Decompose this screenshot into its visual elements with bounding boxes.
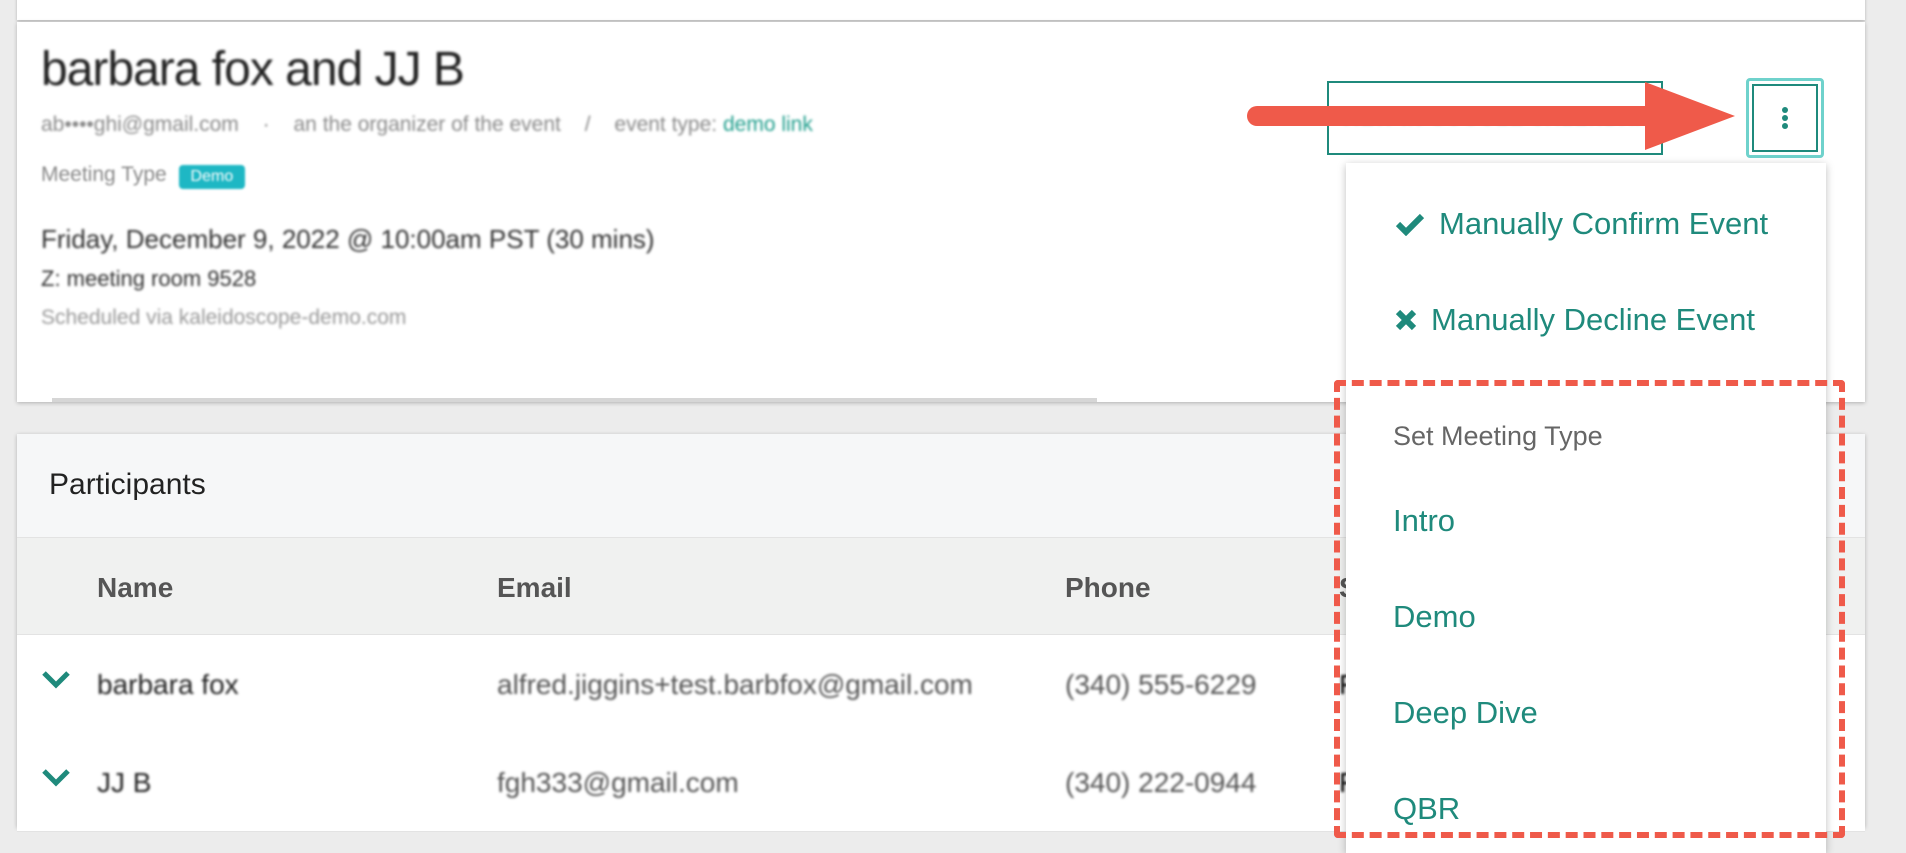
meeting-type-option-deep-dive[interactable]: Deep Dive (1393, 695, 1538, 731)
event-meta: ab••••ghi@gmail.com · an the organizer o… (41, 113, 813, 136)
organizer-email: ab••••ghi@gmail.com (41, 113, 239, 136)
check-icon (1393, 212, 1427, 236)
participant-phone: (340) 555-6229 (1065, 669, 1257, 700)
manually-confirm-event-item[interactable]: Manually Confirm Event (1393, 206, 1873, 242)
meeting-type-option-demo[interactable]: Demo (1393, 599, 1476, 635)
more-actions-button[interactable] (1746, 78, 1824, 158)
top-card-edge (17, 0, 1865, 20)
column-email[interactable]: Email (497, 572, 572, 604)
manually-decline-event-label: Manually Decline Event (1431, 302, 1755, 337)
event-source: Scheduled via kaleidoscope-demo.com (41, 306, 407, 329)
participant-phone: (340) 222-0944 (1065, 767, 1257, 798)
event-type-prefix: event type: (614, 113, 718, 136)
set-meeting-type-heading: Set Meeting Type (1393, 421, 1603, 451)
event-location: Z: meeting room 9528 (41, 266, 257, 291)
participants-title: Participants (49, 468, 206, 501)
meeting-type-option-intro[interactable]: Intro (1393, 503, 1455, 539)
chevron-down-icon[interactable] (41, 669, 71, 689)
manually-confirm-event-label: Manually Confirm Event (1439, 206, 1769, 241)
chevron-down-icon[interactable] (41, 767, 71, 787)
event-type-link[interactable]: demo link (723, 113, 813, 136)
meeting-type-label: Meeting Type (41, 163, 167, 186)
invite-note: an the organizer of the event (293, 113, 561, 136)
event-title: barbara fox and JJ B (41, 43, 465, 96)
meeting-type-row: Meeting Type Demo (41, 163, 246, 189)
participant-name: barbara fox (97, 669, 239, 700)
meeting-type-option-qbr[interactable]: QBR (1393, 791, 1460, 827)
annotation-arrow-icon (1247, 82, 1735, 150)
participant-email: alfred.jiggins+test.barbfox@gmail.com (497, 669, 973, 700)
participant-name: JJ B (97, 767, 152, 798)
meeting-type-badge: Demo (178, 165, 246, 189)
card-divider (52, 398, 1097, 402)
vertical-dots-icon (1782, 107, 1788, 129)
participant-email: fgh333@gmail.com (497, 767, 739, 798)
close-icon (1393, 309, 1419, 331)
event-datetime: Friday, December 9, 2022 @ 10:00am PST (… (41, 224, 655, 254)
manually-decline-event-item[interactable]: Manually Decline Event (1393, 302, 1873, 338)
actions-dropdown-menu: Manually Confirm Event Manually Decline … (1346, 163, 1826, 853)
column-name[interactable]: Name (97, 572, 173, 604)
column-phone[interactable]: Phone (1065, 572, 1151, 604)
